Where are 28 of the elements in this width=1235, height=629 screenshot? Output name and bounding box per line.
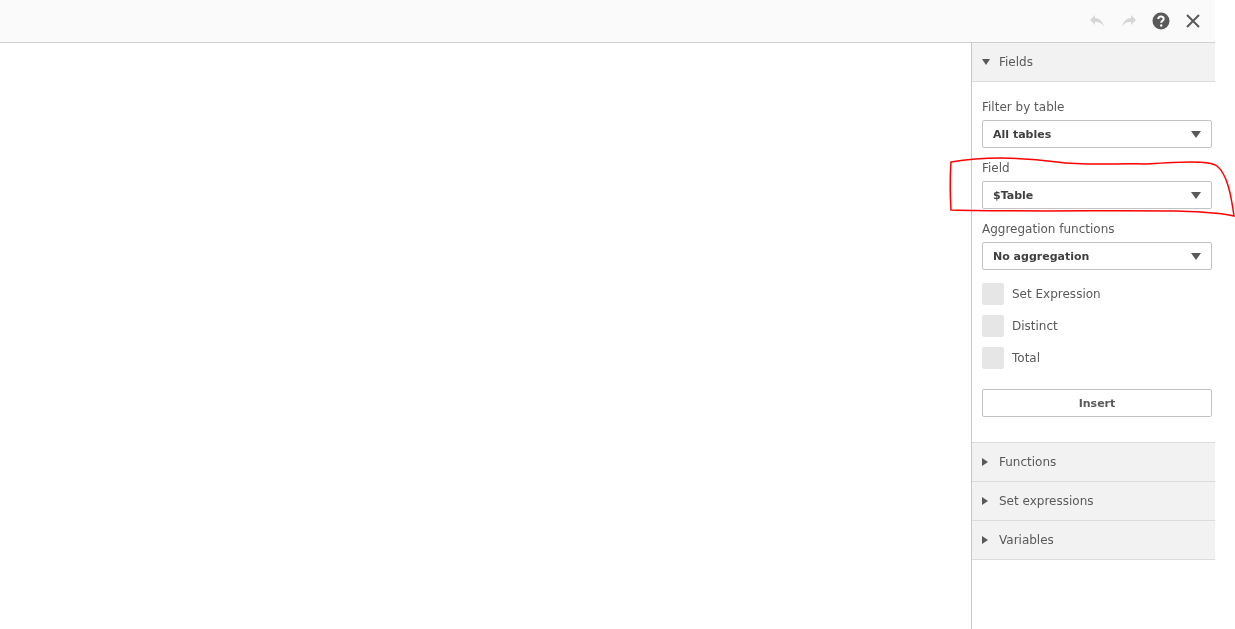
checkbox[interactable]	[982, 283, 1004, 305]
dropdown-label: Filter by table	[982, 100, 1066, 114]
caret-icon	[982, 497, 990, 505]
checkbox[interactable]	[982, 315, 1004, 337]
checkbox-label: Set Expression	[1012, 287, 1101, 301]
checkbox[interactable]	[982, 347, 1004, 369]
dropdown[interactable]: All tables	[982, 120, 1212, 148]
dropdown-label: Field	[982, 161, 1011, 175]
caret-icon	[1191, 130, 1201, 138]
undo-arrow-icon	[1089, 14, 1105, 28]
checkbox-label: Total	[1012, 351, 1041, 365]
caret-icon	[1191, 191, 1201, 199]
caret-icon	[982, 536, 990, 544]
section-header[interactable]: Functions	[972, 443, 1215, 482]
dropdown-label: Aggregation functions	[982, 222, 1116, 236]
section-header[interactable]: Set expressions	[972, 482, 1215, 521]
section-header[interactable]: Fields	[972, 43, 1215, 82]
dropdown[interactable]: $Table	[982, 181, 1212, 209]
help-icon	[1152, 12, 1170, 30]
redo-arrow-icon	[1121, 14, 1137, 28]
caret-icon	[1191, 252, 1201, 260]
insert-button[interactable]: Insert	[982, 389, 1212, 417]
checkbox-label: Distinct	[1012, 319, 1058, 333]
section-header[interactable]: Variables	[972, 521, 1215, 560]
caret-icon	[982, 59, 990, 65]
dropdown[interactable]: No aggregation	[982, 242, 1212, 270]
caret-icon	[982, 458, 990, 466]
close-icon	[1186, 14, 1200, 28]
